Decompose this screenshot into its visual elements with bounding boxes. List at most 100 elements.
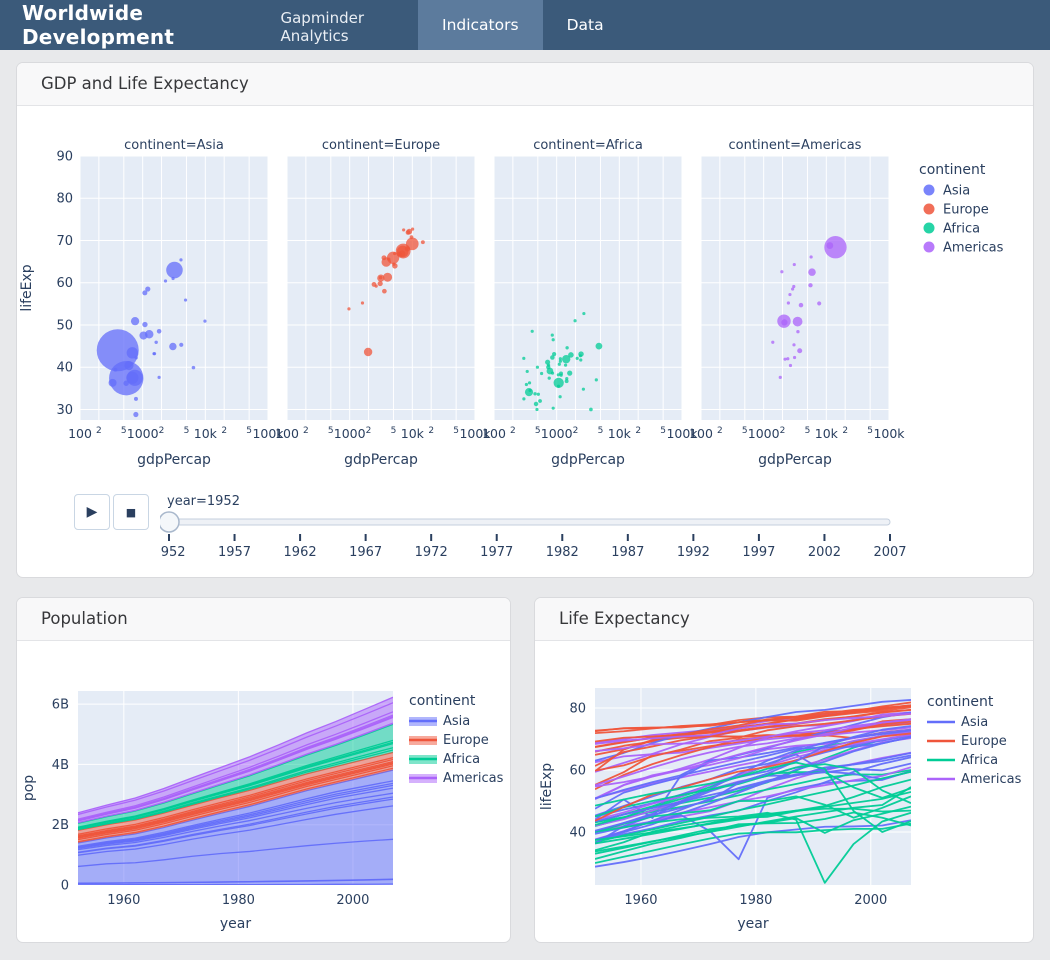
bubble-canada: [826, 242, 833, 249]
svg-text:50: 50: [56, 318, 73, 333]
y-axis-title: lifeExp: [539, 763, 555, 810]
bubble-portugal: [378, 281, 383, 286]
bubble-burundi: [526, 370, 529, 373]
bubble-mexico: [793, 317, 803, 327]
svg-text:1952: 1952: [160, 545, 186, 560]
population-card: Population 196019802000yearpop02B4B6Bcon…: [16, 597, 511, 943]
gdp-life-scatter-chart[interactable]: lifeExp30405060708090continent=Asia10010…: [17, 134, 1019, 484]
bubble-cuba: [808, 283, 812, 287]
tab-indicators[interactable]: Indicators: [418, 0, 543, 50]
svg-text:Americas: Americas: [443, 771, 504, 786]
svg-text:5: 5: [391, 426, 397, 436]
bubble-kuwait: [269, 300, 272, 303]
scatter-facet-americas: [701, 156, 889, 420]
population-area-chart[interactable]: 196019802000yearpop02B4B6BcontinentAsiaE…: [17, 641, 510, 941]
bubble-benin: [557, 373, 560, 376]
svg-text:Asia: Asia: [961, 715, 988, 730]
svg-text:10k: 10k: [401, 426, 425, 441]
svg-text:4B: 4B: [52, 758, 69, 773]
tab-data[interactable]: Data: [543, 0, 628, 50]
svg-text:5: 5: [453, 426, 459, 436]
bubble-israel: [179, 258, 182, 261]
svg-text:1000: 1000: [334, 426, 366, 441]
bubble-panama: [787, 301, 790, 304]
year-slider[interactable]: year=19521952195719621967197219771982198…: [160, 494, 910, 568]
bubble-poland: [383, 273, 392, 282]
bubble-puerto-rico: [793, 263, 796, 266]
svg-text:1977: 1977: [480, 545, 513, 560]
svg-text:1000: 1000: [541, 426, 573, 441]
nav-tabs: Indicators Data: [418, 0, 628, 50]
bubble-honduras: [783, 358, 786, 361]
svg-text:5: 5: [660, 426, 666, 436]
bubble-senegal: [565, 377, 568, 380]
svg-text:60: 60: [56, 276, 73, 291]
svg-text:5: 5: [742, 426, 748, 436]
svg-text:100: 100: [482, 426, 506, 441]
svg-text:Africa: Africa: [443, 752, 480, 767]
play-button[interactable]: ▶: [74, 494, 110, 530]
bubble-gabon: [595, 378, 598, 381]
svg-text:90: 90: [56, 150, 73, 165]
bubble-jordan: [153, 352, 156, 355]
bubble-sao-tome-and-principe: [552, 338, 555, 341]
bubble-lebanon: [184, 298, 187, 301]
legend-title: continent: [409, 693, 476, 709]
stop-icon: ■: [126, 507, 136, 518]
bubble-cote-d-ivoire: [564, 363, 567, 366]
bubble-slovenia: [387, 257, 390, 260]
bubble-comoros: [558, 363, 561, 366]
stop-button[interactable]: ■: [113, 494, 149, 530]
svg-text:80: 80: [56, 192, 73, 207]
bubble-sudan: [567, 371, 572, 376]
svg-text:5: 5: [121, 426, 127, 436]
bubble-turkey: [364, 348, 372, 356]
bubble-vietnam: [124, 361, 133, 370]
svg-text:Europe: Europe: [943, 203, 989, 218]
bubble-mali: [533, 392, 536, 395]
svg-text:2: 2: [510, 426, 516, 436]
bubble-namibia: [579, 358, 582, 361]
bubble-eritrea: [525, 383, 528, 386]
bubble-malaysia: [157, 329, 162, 334]
bubble-gambia: [535, 408, 538, 411]
bubble-central-african-republic: [557, 385, 560, 388]
life-expectancy-line-chart[interactable]: 196019802000yearlifeExp406080continentAs…: [535, 641, 1033, 941]
x-axis-title: year: [737, 916, 768, 932]
bubble-guinea: [537, 393, 540, 396]
bubble-sierra-leone: [552, 407, 555, 410]
svg-text:60: 60: [569, 764, 586, 779]
svg-text:40: 40: [569, 826, 586, 841]
bubble-iran: [169, 343, 176, 350]
gdp-life-figure-wrap: lifeExp30405060708090continent=Asia10010…: [17, 106, 1033, 568]
bubble-hong-kong: [171, 277, 174, 280]
page-content: GDP and Life Expectancy lifeExp304050607…: [0, 50, 1050, 943]
svg-text:10k: 10k: [815, 426, 839, 441]
bottom-cards-row: Population 196019802000yearpop02B4B6Bcon…: [16, 597, 1034, 943]
bubble-montenegro: [375, 284, 378, 287]
svg-text:5: 5: [805, 426, 811, 436]
svg-text:30: 30: [56, 403, 73, 418]
bubble-korea-rep-: [139, 331, 147, 339]
bubble-djibouti: [582, 388, 585, 391]
scatter-x-axis-title: gdpPercap: [758, 452, 832, 468]
slider-handle[interactable]: [160, 512, 179, 532]
bubble-niger: [548, 377, 551, 380]
svg-text:Europe: Europe: [961, 734, 1007, 749]
bubble-uruguay: [810, 255, 813, 258]
bubble-iceland: [402, 228, 405, 231]
svg-text:2: 2: [221, 426, 227, 436]
bubble-sri-lanka: [142, 290, 147, 295]
bubble-swaziland: [559, 360, 562, 363]
svg-text:80: 80: [569, 702, 586, 717]
slider-track[interactable]: [169, 519, 890, 525]
bubble-south-africa: [596, 343, 603, 350]
chart-legend: continentAsiaEuropeAfricaAmericas: [409, 693, 504, 786]
svg-text:1962: 1962: [284, 545, 317, 560]
svg-text:2: 2: [717, 426, 723, 436]
life-expectancy-card-title: Life Expectancy: [535, 598, 1033, 641]
bubble-slovak-republic: [392, 262, 395, 265]
svg-text:5: 5: [598, 426, 604, 436]
svg-text:5: 5: [246, 426, 252, 436]
svg-text:1000: 1000: [748, 426, 780, 441]
